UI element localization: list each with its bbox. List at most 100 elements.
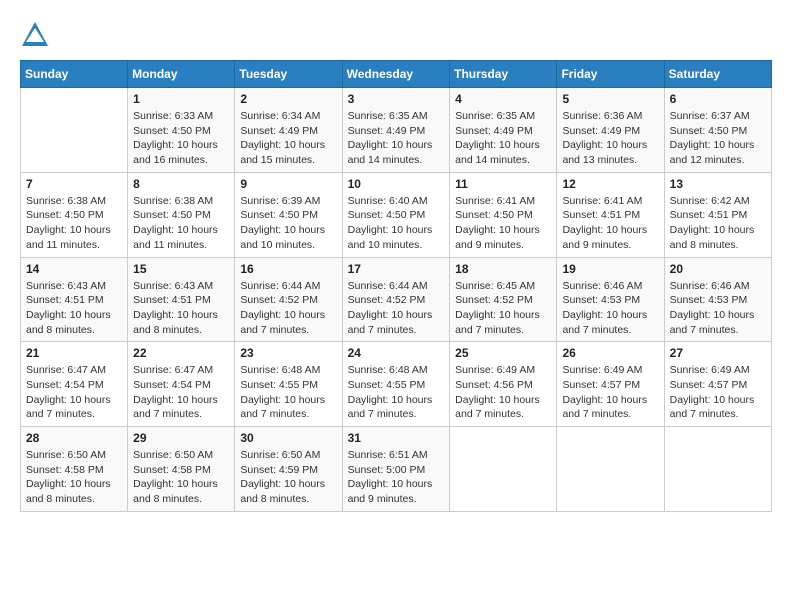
day-number: 13 xyxy=(670,177,766,191)
day-info: Sunrise: 6:34 AM Sunset: 4:49 PM Dayligh… xyxy=(240,109,336,168)
calendar-week-3: 14 Sunrise: 6:43 AM Sunset: 4:51 PM Dayli… xyxy=(21,257,772,342)
calendar-cell: 29 Sunrise: 6:50 AM Sunset: 4:58 PM Dayli… xyxy=(128,427,235,512)
calendar-table: SundayMondayTuesdayWednesdayThursdayFrid… xyxy=(20,60,772,512)
day-info: Sunrise: 6:48 AM Sunset: 4:55 PM Dayligh… xyxy=(348,363,445,422)
calendar-cell xyxy=(450,427,557,512)
day-number: 14 xyxy=(26,262,122,276)
day-info: Sunrise: 6:46 AM Sunset: 4:53 PM Dayligh… xyxy=(562,279,658,338)
calendar-cell: 8 Sunrise: 6:38 AM Sunset: 4:50 PM Daylig… xyxy=(128,172,235,257)
day-number: 15 xyxy=(133,262,229,276)
day-number: 22 xyxy=(133,346,229,360)
day-info: Sunrise: 6:44 AM Sunset: 4:52 PM Dayligh… xyxy=(348,279,445,338)
day-info: Sunrise: 6:50 AM Sunset: 4:58 PM Dayligh… xyxy=(26,448,122,507)
day-number: 17 xyxy=(348,262,445,276)
day-number: 29 xyxy=(133,431,229,445)
day-info: Sunrise: 6:41 AM Sunset: 4:51 PM Dayligh… xyxy=(562,194,658,253)
day-number: 24 xyxy=(348,346,445,360)
calendar-cell: 5 Sunrise: 6:36 AM Sunset: 4:49 PM Daylig… xyxy=(557,88,664,173)
day-info: Sunrise: 6:49 AM Sunset: 4:57 PM Dayligh… xyxy=(670,363,766,422)
calendar-week-4: 21 Sunrise: 6:47 AM Sunset: 4:54 PM Dayli… xyxy=(21,342,772,427)
calendar-header: SundayMondayTuesdayWednesdayThursdayFrid… xyxy=(21,61,772,88)
day-number: 12 xyxy=(562,177,658,191)
weekday-header-sunday: Sunday xyxy=(21,61,128,88)
day-info: Sunrise: 6:41 AM Sunset: 4:50 PM Dayligh… xyxy=(455,194,551,253)
weekday-header-wednesday: Wednesday xyxy=(342,61,450,88)
day-info: Sunrise: 6:36 AM Sunset: 4:49 PM Dayligh… xyxy=(562,109,658,168)
calendar-cell: 25 Sunrise: 6:49 AM Sunset: 4:56 PM Dayli… xyxy=(450,342,557,427)
day-info: Sunrise: 6:43 AM Sunset: 4:51 PM Dayligh… xyxy=(26,279,122,338)
weekday-header-row: SundayMondayTuesdayWednesdayThursdayFrid… xyxy=(21,61,772,88)
calendar-cell: 7 Sunrise: 6:38 AM Sunset: 4:50 PM Daylig… xyxy=(21,172,128,257)
calendar-cell: 13 Sunrise: 6:42 AM Sunset: 4:51 PM Dayli… xyxy=(664,172,771,257)
calendar-cell: 3 Sunrise: 6:35 AM Sunset: 4:49 PM Daylig… xyxy=(342,88,450,173)
day-info: Sunrise: 6:49 AM Sunset: 4:57 PM Dayligh… xyxy=(562,363,658,422)
day-number: 26 xyxy=(562,346,658,360)
day-number: 30 xyxy=(240,431,336,445)
day-number: 10 xyxy=(348,177,445,191)
calendar-cell: 10 Sunrise: 6:40 AM Sunset: 4:50 PM Dayli… xyxy=(342,172,450,257)
logo xyxy=(20,20,54,50)
day-info: Sunrise: 6:48 AM Sunset: 4:55 PM Dayligh… xyxy=(240,363,336,422)
calendar-cell: 21 Sunrise: 6:47 AM Sunset: 4:54 PM Dayli… xyxy=(21,342,128,427)
weekday-header-tuesday: Tuesday xyxy=(235,61,342,88)
day-number: 27 xyxy=(670,346,766,360)
weekday-header-thursday: Thursday xyxy=(450,61,557,88)
day-number: 6 xyxy=(670,92,766,106)
day-number: 1 xyxy=(133,92,229,106)
calendar-cell: 31 Sunrise: 6:51 AM Sunset: 5:00 PM Dayli… xyxy=(342,427,450,512)
day-number: 7 xyxy=(26,177,122,191)
calendar-cell: 19 Sunrise: 6:46 AM Sunset: 4:53 PM Dayli… xyxy=(557,257,664,342)
day-number: 9 xyxy=(240,177,336,191)
day-info: Sunrise: 6:51 AM Sunset: 5:00 PM Dayligh… xyxy=(348,448,445,507)
day-number: 25 xyxy=(455,346,551,360)
day-info: Sunrise: 6:45 AM Sunset: 4:52 PM Dayligh… xyxy=(455,279,551,338)
logo-icon xyxy=(20,20,50,50)
day-info: Sunrise: 6:44 AM Sunset: 4:52 PM Dayligh… xyxy=(240,279,336,338)
day-info: Sunrise: 6:38 AM Sunset: 4:50 PM Dayligh… xyxy=(26,194,122,253)
day-number: 3 xyxy=(348,92,445,106)
day-info: Sunrise: 6:49 AM Sunset: 4:56 PM Dayligh… xyxy=(455,363,551,422)
calendar-cell: 27 Sunrise: 6:49 AM Sunset: 4:57 PM Dayli… xyxy=(664,342,771,427)
day-number: 18 xyxy=(455,262,551,276)
calendar-cell: 18 Sunrise: 6:45 AM Sunset: 4:52 PM Dayli… xyxy=(450,257,557,342)
day-info: Sunrise: 6:40 AM Sunset: 4:50 PM Dayligh… xyxy=(348,194,445,253)
calendar-cell: 6 Sunrise: 6:37 AM Sunset: 4:50 PM Daylig… xyxy=(664,88,771,173)
day-info: Sunrise: 6:50 AM Sunset: 4:58 PM Dayligh… xyxy=(133,448,229,507)
day-info: Sunrise: 6:35 AM Sunset: 4:49 PM Dayligh… xyxy=(455,109,551,168)
calendar-cell xyxy=(557,427,664,512)
day-info: Sunrise: 6:39 AM Sunset: 4:50 PM Dayligh… xyxy=(240,194,336,253)
day-number: 23 xyxy=(240,346,336,360)
day-info: Sunrise: 6:43 AM Sunset: 4:51 PM Dayligh… xyxy=(133,279,229,338)
day-info: Sunrise: 6:42 AM Sunset: 4:51 PM Dayligh… xyxy=(670,194,766,253)
calendar-cell: 11Sunrise: 6:41 AM Sunset: 4:50 PM Dayli… xyxy=(450,172,557,257)
calendar-week-5: 28Sunrise: 6:50 AM Sunset: 4:58 PM Dayli… xyxy=(21,427,772,512)
calendar-cell: 23 Sunrise: 6:48 AM Sunset: 4:55 PM Dayli… xyxy=(235,342,342,427)
day-info: Sunrise: 6:47 AM Sunset: 4:54 PM Dayligh… xyxy=(133,363,229,422)
day-info: Sunrise: 6:47 AM Sunset: 4:54 PM Dayligh… xyxy=(26,363,122,422)
day-info: Sunrise: 6:50 AM Sunset: 4:59 PM Dayligh… xyxy=(240,448,336,507)
day-info: Sunrise: 6:35 AM Sunset: 4:49 PM Dayligh… xyxy=(348,109,445,168)
weekday-header-monday: Monday xyxy=(128,61,235,88)
day-info: Sunrise: 6:46 AM Sunset: 4:53 PM Dayligh… xyxy=(670,279,766,338)
day-number: 21 xyxy=(26,346,122,360)
day-info: Sunrise: 6:38 AM Sunset: 4:50 PM Dayligh… xyxy=(133,194,229,253)
calendar-cell: 12 Sunrise: 6:41 AM Sunset: 4:51 PM Dayli… xyxy=(557,172,664,257)
weekday-header-saturday: Saturday xyxy=(664,61,771,88)
calendar-cell: 4Sunrise: 6:35 AM Sunset: 4:49 PM Daylig… xyxy=(450,88,557,173)
calendar-cell: 16Sunrise: 6:44 AM Sunset: 4:52 PM Dayli… xyxy=(235,257,342,342)
calendar-cell xyxy=(664,427,771,512)
day-number: 5 xyxy=(562,92,658,106)
weekday-header-friday: Friday xyxy=(557,61,664,88)
calendar-cell: 26 Sunrise: 6:49 AM Sunset: 4:57 PM Dayli… xyxy=(557,342,664,427)
calendar-cell: 2 Sunrise: 6:34 AM Sunset: 4:49 PM Daylig… xyxy=(235,88,342,173)
day-number: 2 xyxy=(240,92,336,106)
calendar-week-1: 1 Sunrise: 6:33 AM Sunset: 4:50 PM Daylig… xyxy=(21,88,772,173)
calendar-cell: 14 Sunrise: 6:43 AM Sunset: 4:51 PM Dayli… xyxy=(21,257,128,342)
calendar-cell: 15 Sunrise: 6:43 AM Sunset: 4:51 PM Dayli… xyxy=(128,257,235,342)
day-number: 8 xyxy=(133,177,229,191)
calendar-body: 1 Sunrise: 6:33 AM Sunset: 4:50 PM Daylig… xyxy=(21,88,772,512)
day-info: Sunrise: 6:33 AM Sunset: 4:50 PM Dayligh… xyxy=(133,109,229,168)
day-info: Sunrise: 6:37 AM Sunset: 4:50 PM Dayligh… xyxy=(670,109,766,168)
day-number: 31 xyxy=(348,431,445,445)
day-number: 19 xyxy=(562,262,658,276)
